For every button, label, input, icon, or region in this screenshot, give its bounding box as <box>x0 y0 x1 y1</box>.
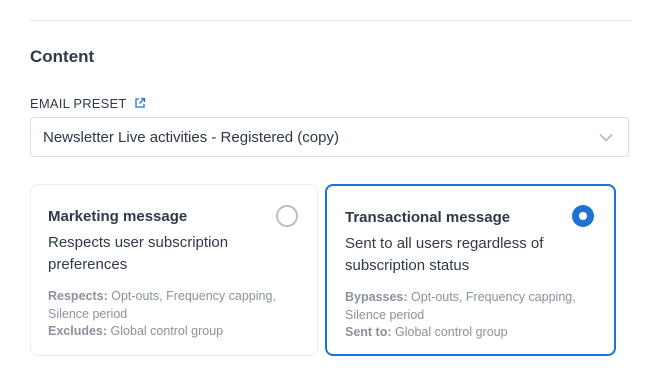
external-link-icon[interactable] <box>134 97 146 109</box>
transactional-sent-to-label: Sent to: <box>345 325 392 339</box>
marketing-message-details: Respects: Opt-outs, Frequency capping, S… <box>48 288 298 341</box>
email-preset-select[interactable]: Newsletter Live activities - Registered … <box>30 117 629 157</box>
transactional-message-option[interactable]: Transactional message Sent to all users … <box>325 184 616 356</box>
transactional-message-details: Bypasses: Opt-outs, Frequency capping, S… <box>345 289 595 342</box>
email-preset-label-row: EMAIL PRESET <box>30 95 146 111</box>
marketing-excludes-value: Global control group <box>107 324 224 338</box>
marketing-message-description: Respects user subscription preferences <box>48 234 229 273</box>
email-preset-value: Newsletter Live activities - Registered … <box>43 128 339 146</box>
marketing-message-radio[interactable] <box>276 205 298 227</box>
marketing-respects-line: Respects: Opt-outs, Frequency capping, S… <box>48 288 298 323</box>
section-title: Content <box>30 47 95 66</box>
marketing-message-option[interactable]: Marketing message Respects user subscrip… <box>30 184 318 356</box>
transactional-bypasses-line: Bypasses: Opt-outs, Frequency capping, S… <box>345 289 595 324</box>
marketing-message-title: Marketing message <box>48 208 188 225</box>
chevron-down-icon <box>599 133 613 142</box>
transactional-message-description: Sent to all users regardless of subscrip… <box>345 235 544 274</box>
transactional-bypasses-label: Bypasses: <box>345 290 408 304</box>
transactional-sent-to-line: Sent to: Global control group <box>345 324 595 342</box>
section-divider <box>30 20 630 21</box>
transactional-message-radio[interactable] <box>572 205 594 227</box>
transactional-sent-to-value: Global control group <box>391 325 508 339</box>
content-settings-panel: Content EMAIL PRESET Newsletter Live act… <box>0 0 652 380</box>
marketing-respects-label: Respects: <box>48 289 108 303</box>
marketing-excludes-label: Excludes: <box>48 324 108 338</box>
transactional-message-title: Transactional message <box>345 209 511 226</box>
marketing-excludes-line: Excludes: Global control group <box>48 323 298 341</box>
email-preset-label: EMAIL PRESET <box>30 95 127 111</box>
